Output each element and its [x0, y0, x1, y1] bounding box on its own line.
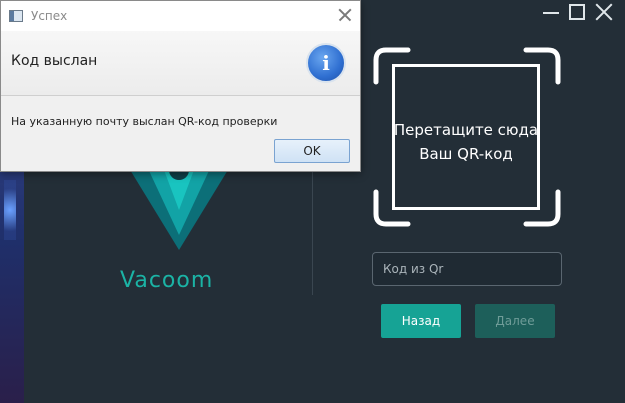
qr-drop-line1: Перетащите сюда — [393, 121, 539, 139]
window-icon — [9, 10, 23, 22]
dialog-message: На указанную почту выслан QR-код проверк… — [11, 115, 278, 128]
info-icon: i — [306, 43, 346, 83]
maximize-icon[interactable] — [569, 4, 585, 20]
dialog-close-icon[interactable] — [338, 8, 352, 22]
qr-drop-line2: Ваш QR-код — [419, 145, 513, 163]
next-button[interactable]: Далее — [475, 304, 555, 338]
close-icon[interactable] — [595, 4, 611, 20]
minimize-icon[interactable] — [543, 4, 559, 20]
ok-button[interactable]: OK — [274, 139, 350, 163]
logo-text: Vacoom — [120, 268, 214, 293]
back-button[interactable]: Назад — [381, 304, 461, 338]
dialog-header-text: Код выслан — [11, 53, 98, 69]
qr-drop-label: Перетащите сюда Ваш QR-код — [392, 118, 540, 166]
dialog-title: Успех — [31, 9, 68, 23]
success-dialog: Успех Код выслан i На указанную почту вы… — [0, 0, 361, 172]
dialog-header: Код выслан i — [1, 31, 360, 96]
qr-code-input[interactable] — [372, 252, 562, 286]
dialog-titlebar: Успех — [1, 1, 360, 31]
window-controls — [543, 4, 611, 20]
